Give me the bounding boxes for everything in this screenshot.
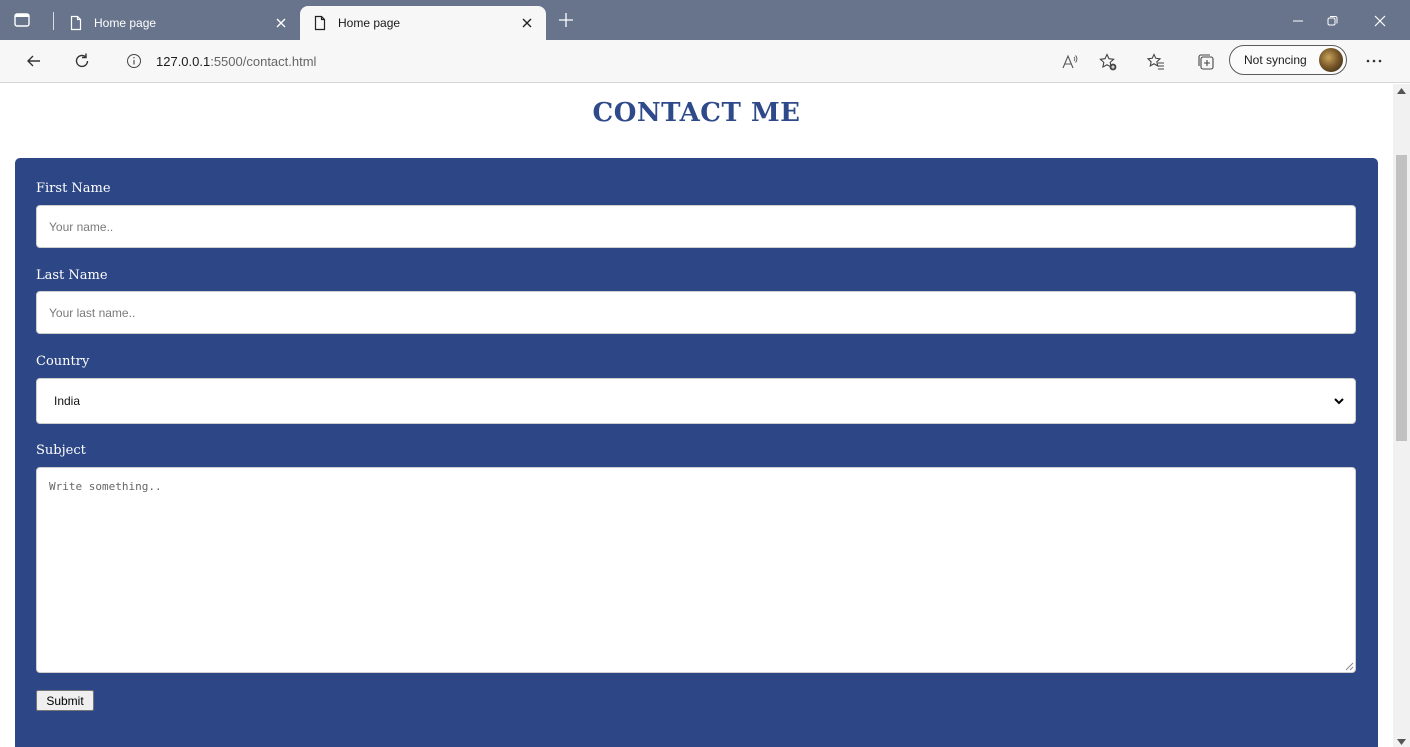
subject-label: Subject [36, 443, 86, 458]
country-label: Country [36, 354, 90, 369]
chevron-down-icon [1334, 398, 1344, 405]
tab-divider [53, 12, 54, 30]
tab-title: Home page [338, 16, 401, 30]
more-icon[interactable] [1362, 53, 1386, 69]
url-path: :5500/contact.html [210, 53, 317, 69]
scroll-thumb[interactable] [1396, 155, 1407, 441]
scroll-down-icon[interactable] [1397, 739, 1406, 745]
page-icon [314, 15, 326, 31]
subject-textarea[interactable] [36, 467, 1356, 673]
favorites-icon[interactable] [1146, 52, 1166, 72]
url-host: 127.0.0.1 [156, 53, 211, 69]
first-name-input[interactable] [36, 205, 1356, 248]
resize-grip-icon[interactable] [1345, 662, 1354, 671]
plus-icon[interactable] [556, 10, 576, 30]
restore-icon[interactable] [1323, 12, 1341, 30]
country-selected-value: India [54, 394, 81, 408]
sync-status-label: Not syncing [1244, 53, 1307, 67]
read-aloud-icon[interactable] [1060, 52, 1080, 72]
tab-title: Home page [94, 16, 157, 30]
profile-sync-button[interactable]: Not syncing [1229, 45, 1347, 75]
close-icon[interactable] [274, 16, 288, 30]
first-name-label: First Name [36, 181, 111, 196]
avatar [1319, 48, 1343, 72]
contact-form: First Name Last Name Country India Subje… [15, 158, 1378, 747]
tab-home-active[interactable]: Home page [300, 6, 546, 40]
tab-strip: Home page Home page [0, 0, 1410, 40]
submit-button[interactable]: Submit [36, 690, 94, 711]
tab-home-inactive[interactable]: Home page [56, 6, 300, 40]
country-select[interactable]: India [36, 378, 1356, 424]
last-name-input[interactable] [36, 291, 1356, 334]
vertical-scrollbar[interactable] [1393, 84, 1410, 747]
address-bar: 127.0.0.1:5500/contact.html Not syncing [0, 40, 1410, 83]
scroll-up-icon[interactable] [1397, 88, 1406, 94]
info-icon[interactable] [126, 53, 142, 69]
url-field[interactable]: 127.0.0.1:5500/contact.html [112, 45, 1222, 77]
last-name-label: Last Name [36, 268, 108, 283]
minimize-icon[interactable] [1289, 12, 1307, 30]
collections-icon[interactable] [1196, 52, 1216, 72]
page-viewport: CONTACT ME First Name Last Name Country … [0, 84, 1393, 747]
close-icon[interactable] [520, 16, 534, 30]
back-icon[interactable] [24, 51, 44, 71]
page-icon [70, 15, 82, 31]
add-favorite-icon[interactable] [1098, 52, 1118, 72]
close-window-icon[interactable] [1371, 12, 1389, 30]
page-title: CONTACT ME [592, 98, 801, 128]
tab-actions-icon[interactable] [12, 10, 32, 30]
refresh-icon[interactable] [72, 51, 92, 71]
